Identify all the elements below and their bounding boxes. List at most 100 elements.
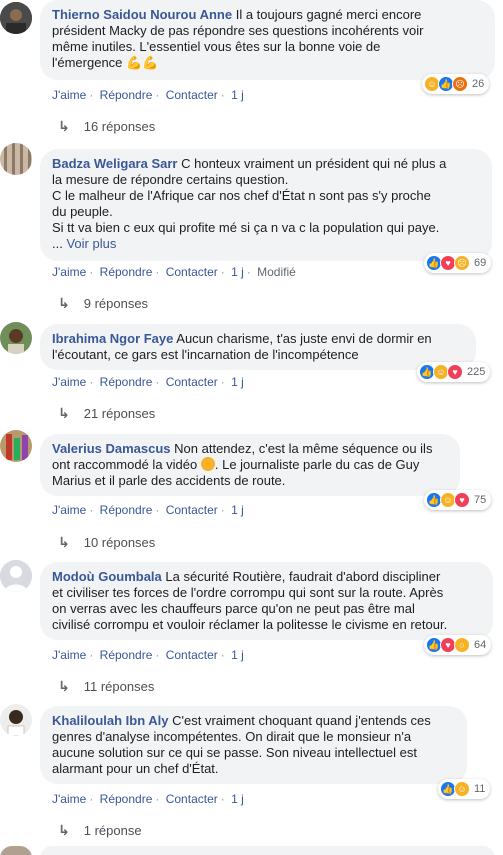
avatar[interactable]: [0, 560, 32, 592]
next-comment-bubble-partial: [40, 846, 495, 855]
timestamp[interactable]: 1 j: [231, 503, 244, 517]
reaction-count: 225: [467, 366, 486, 378]
reply-arrow-icon: ↳: [58, 405, 70, 421]
ellipsis: ...: [52, 236, 63, 251]
contact-link[interactable]: Contacter: [166, 792, 218, 806]
reaction-count: 11: [474, 783, 486, 795]
replies-count: 21 réponses: [83, 406, 156, 421]
comment-text-line-3: on verras avec les chauffeurs parce qu'o…: [52, 601, 415, 616]
reply-link[interactable]: Répondre: [100, 375, 153, 389]
contact-link[interactable]: Contacter: [166, 265, 218, 279]
comment-actions: J'aime · Répondre · Contacter · 1 j · Modifi…: [52, 265, 296, 279]
comment-actions: J'aime · Répondre · Contacter · 1 j: [52, 375, 244, 389]
reply-link[interactable]: Répondre: [100, 648, 153, 662]
wow-reaction-icon: ○: [454, 637, 470, 653]
reply-arrow-icon: ↳: [58, 295, 70, 311]
reply-link[interactable]: Répondre: [100, 503, 153, 517]
comment-text-line-4: du peuple.: [52, 204, 113, 219]
comment-author[interactable]: Ibrahima Ngor Faye: [52, 331, 173, 346]
love-reaction-icon: ♥: [447, 364, 463, 380]
reaction-count: 26: [472, 78, 485, 90]
comment-text-line-3: aucune solution sur ce qui se passe. Son…: [52, 745, 417, 760]
reaction-summary[interactable]: 👍 ♥ ○ 64: [424, 635, 492, 655]
timestamp[interactable]: 1 j: [231, 792, 244, 806]
comment-text-line-1: La sécurité Routière, faudrait d'abord d…: [165, 569, 441, 584]
avatar[interactable]: [0, 430, 32, 462]
timestamp[interactable]: 1 j: [231, 88, 244, 102]
comment-text-line-4: civilisé corrompu et vouloir réclamer la…: [52, 617, 448, 632]
contact-link[interactable]: Contacter: [166, 375, 218, 389]
angry-reaction-icon: ☹: [452, 76, 468, 92]
comment-bubble: Valerius Damascus Non attendez, c'est la…: [40, 434, 460, 496]
comment-text-line-2: l'écoutant, ce gars est l'incarnation de…: [52, 347, 359, 362]
reaction-summary[interactable]: 👍 ☺ ♥ 225: [417, 362, 491, 382]
timestamp[interactable]: 1 j: [231, 648, 244, 662]
flushed-emoji-icon: [200, 457, 215, 471]
comment-actions: J'aime · Répondre · Contacter · 1 j: [52, 792, 244, 806]
avatar[interactable]: [0, 322, 32, 354]
like-link[interactable]: J'aime: [52, 375, 86, 389]
comment-text-line-2: genres d'analyse incompétentes. On dirai…: [52, 729, 412, 744]
like-link[interactable]: J'aime: [52, 88, 86, 102]
comment-text-line-4: l'émergence: [52, 55, 123, 70]
reaction-summary[interactable]: 👍 ♥ ☹ 69: [424, 253, 492, 273]
comment-author[interactable]: Khaliloulah Ibn Aly: [52, 713, 169, 728]
avatar[interactable]: [0, 143, 32, 175]
comment-author[interactable]: Valerius Damascus: [52, 441, 171, 456]
reply-arrow-icon: ↳: [58, 678, 70, 694]
view-replies-button[interactable]: ↳ 11 réponses: [58, 678, 154, 695]
comment-text-line-5: Si tt va bien c eux qui profite mé si ça…: [52, 220, 440, 235]
reaction-summary[interactable]: 👍 ☺ ♥ 75: [424, 490, 492, 510]
comment-text-line-2: la mesure de répondre certains question.: [52, 172, 289, 187]
avatar[interactable]: [0, 2, 32, 34]
comment-text-line-2: ont raccommodé la vidéo: [52, 457, 198, 472]
contact-link[interactable]: Contacter: [166, 88, 218, 102]
comment-text-line-4: alarmant pour un chef d'État.: [52, 761, 219, 776]
comment-text-line-3: même inutiles. L'essentiel vous êtes sur…: [52, 39, 381, 54]
comment-text-line-3: C le malheur de l'Afrique car nos chef d…: [52, 188, 431, 203]
contact-link[interactable]: Contacter: [166, 503, 218, 517]
view-replies-button[interactable]: ↳ 16 réponses: [58, 118, 155, 135]
like-link[interactable]: J'aime: [52, 792, 86, 806]
edited-label: Modifié: [257, 265, 296, 279]
like-link[interactable]: J'aime: [52, 265, 86, 279]
comment-bubble: Modoù Goumbala La sécurité Routière, fau…: [40, 562, 493, 640]
view-replies-button[interactable]: ↳ 21 réponses: [58, 405, 155, 422]
like-link[interactable]: J'aime: [52, 503, 86, 517]
comment-author[interactable]: Badza Weligara Sarr: [52, 156, 177, 171]
next-comment-avatar-partial[interactable]: [0, 846, 32, 855]
comment-actions: J'aime · Répondre · Contacter · 1 j: [52, 503, 244, 517]
reaction-summary[interactable]: 👍 ☺ 11: [438, 779, 491, 799]
reaction-count: 64: [474, 639, 487, 651]
comment-text-line-2: président Macky de pas répondre ses ques…: [52, 23, 424, 38]
comment-text-line-1: C honteux vraiment un président qui né p…: [181, 156, 447, 171]
view-replies-button[interactable]: ↳ 10 réponses: [58, 534, 155, 551]
reply-arrow-icon: ↳: [58, 534, 70, 550]
replies-count: 9 réponses: [83, 296, 149, 311]
comment-actions: J'aime · Répondre · Contacter · 1 j: [52, 648, 244, 662]
comment-bubble: Khaliloulah Ibn Aly C'est vraiment choqu…: [40, 706, 467, 784]
timestamp[interactable]: 1 j: [231, 375, 244, 389]
see-more-link[interactable]: Voir plus: [66, 236, 116, 251]
like-link[interactable]: J'aime: [52, 648, 86, 662]
reply-arrow-icon: ↳: [58, 118, 70, 134]
haha-reaction-icon: ☺: [454, 781, 470, 797]
reaction-count: 75: [474, 494, 487, 506]
comment-author[interactable]: Modoù Goumbala: [52, 569, 162, 584]
comment-bubble: Thierno Saidou Nourou Anne Il a toujours…: [40, 0, 495, 80]
avatar[interactable]: [0, 704, 32, 736]
sad-reaction-icon: ☹: [454, 255, 470, 271]
reaction-summary[interactable]: ☺ 👍 ☹ 26: [422, 74, 490, 94]
comment-text-line-2: et civiliser tes forces de l'ordre corro…: [52, 585, 444, 600]
comment-author[interactable]: Thierno Saidou Nourou Anne: [52, 7, 232, 22]
reply-link[interactable]: Répondre: [100, 792, 153, 806]
contact-link[interactable]: Contacter: [166, 648, 218, 662]
view-replies-button[interactable]: ↳ 9 réponses: [58, 295, 148, 312]
view-replies-button[interactable]: ↳ 1 réponse: [58, 822, 142, 839]
muscle-emoji-icon: 💪💪: [126, 55, 159, 70]
comment-text-line-2b: . Le journaliste parle du cas de Guy: [214, 457, 420, 472]
reply-link[interactable]: Répondre: [100, 88, 153, 102]
timestamp[interactable]: 1 j: [231, 265, 244, 279]
reply-link[interactable]: Répondre: [100, 265, 153, 279]
replies-count: 1 réponse: [83, 823, 142, 838]
